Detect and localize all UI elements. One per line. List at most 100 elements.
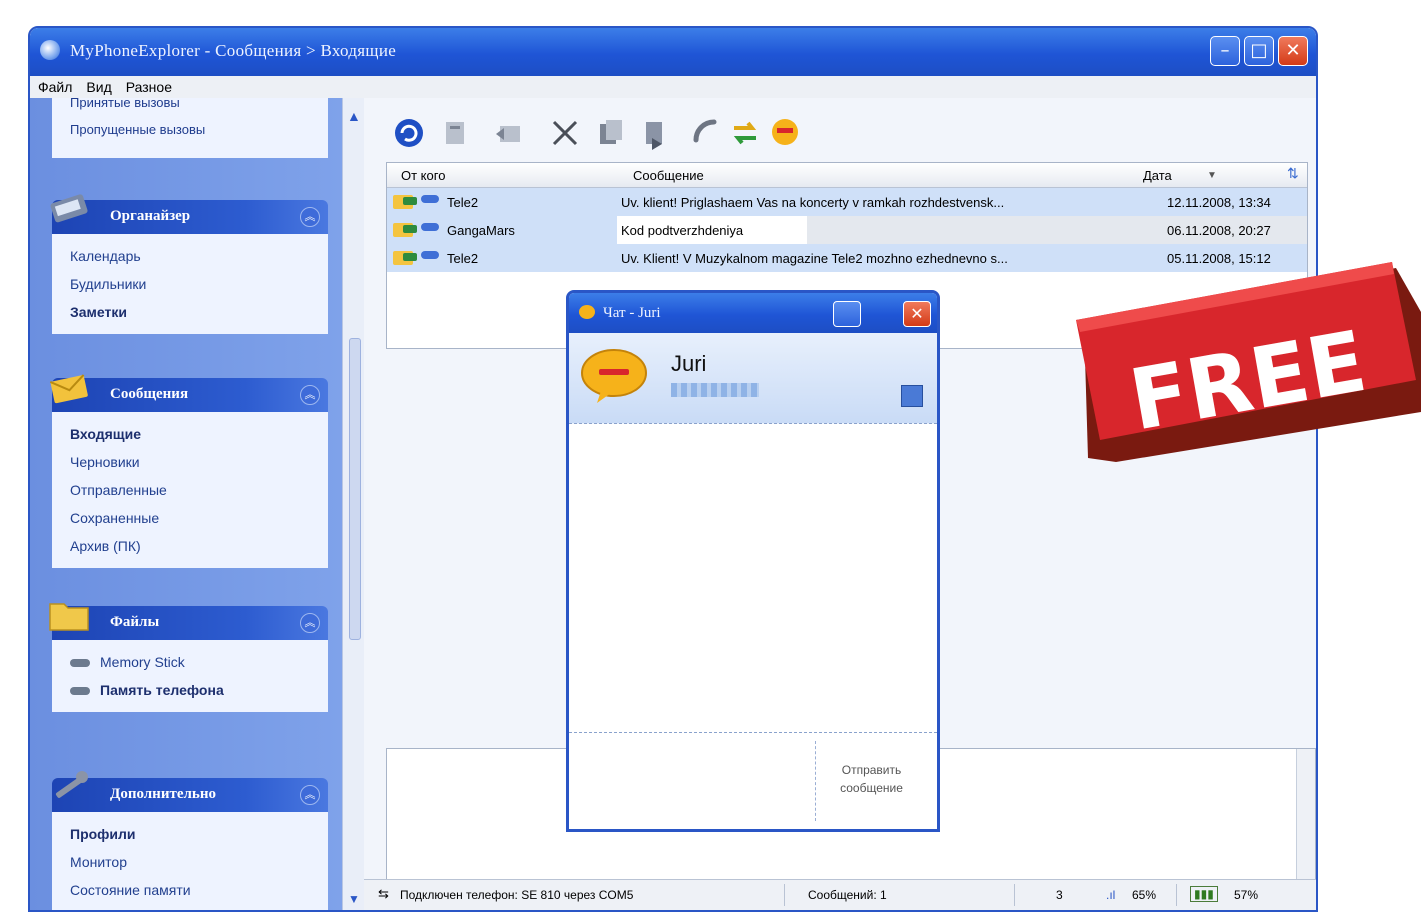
group-files-header[interactable]: Файлы ︽: [49, 603, 328, 640]
drive-icon: [70, 659, 90, 668]
sidebar-item-phone-memory[interactable]: Память телефона: [70, 676, 328, 704]
sidebar-item-saved[interactable]: Сохраненные: [70, 504, 328, 532]
status-divider: [1176, 884, 1177, 906]
sms-icon: [393, 195, 417, 209]
collapse-icon[interactable]: ︽: [300, 613, 320, 633]
chat-window: Чат - Juri ✕ Juri Отправить сообщение: [566, 290, 940, 832]
column-from[interactable]: От кого: [401, 168, 445, 183]
status-divider: [784, 884, 785, 906]
minimize-button[interactable]: –: [1210, 36, 1240, 66]
group-extras-header[interactable]: Дополнительно ︽: [52, 771, 328, 812]
refresh-icon[interactable]: [392, 116, 426, 150]
row-message: Uv. Klient! V Muzykalnom magazine Tele2 …: [621, 251, 1008, 266]
column-date[interactable]: Дата: [1143, 168, 1172, 183]
chat-title-bar[interactable]: Чат - Juri ✕: [569, 293, 937, 333]
folder-icon: [49, 603, 89, 631]
column-message[interactable]: Сообщение: [633, 168, 704, 183]
delete-icon[interactable]: [548, 116, 582, 150]
contact-icon: [421, 195, 439, 203]
scroll-thumb[interactable]: [349, 338, 361, 640]
free-badge: FREE: [1076, 262, 1421, 462]
toolbar: [388, 106, 908, 162]
close-button[interactable]: ✕: [1278, 36, 1308, 66]
status-number: 3: [1056, 888, 1063, 902]
sidebar-item-alarms[interactable]: Будильники: [70, 270, 328, 298]
sidebar: Принятые вызовы Пропущенные вызовы Орган…: [30, 98, 342, 910]
group-organizer: Органайзер ︽ Календарь Будильники Заметк…: [50, 194, 328, 334]
table-row[interactable]: GangaMars Kod podtverzhdeniya 06.11.2008…: [387, 216, 1307, 244]
sidebar-item-calendar[interactable]: Календарь: [70, 242, 328, 270]
group-organizer-header[interactable]: Органайзер ︽: [50, 194, 328, 234]
scroll-down-icon[interactable]: ▼: [348, 892, 360, 906]
collapse-icon[interactable]: ︽: [300, 207, 320, 227]
table-header: От кого Сообщение Дата ▼ ⇅: [387, 163, 1307, 188]
battery-icon: ▮▮▮: [1190, 886, 1218, 902]
sms-icon: [393, 251, 417, 265]
window-title: MyPhoneExplorer - Сообщения > Входящие: [70, 41, 397, 60]
column-chooser-icon[interactable]: ⇅: [1287, 165, 1299, 182]
sidebar-item-received-calls[interactable]: Принятые вызовы: [52, 98, 328, 112]
envelope-icon: [49, 374, 88, 404]
group-title: Органайзер: [110, 208, 191, 224]
menu-view[interactable]: Вид: [78, 76, 117, 95]
row-date: 12.11.2008, 13:34: [1167, 195, 1271, 210]
preview-scrollbar[interactable]: [1296, 749, 1315, 899]
signal-icon: .ıl: [1106, 888, 1116, 902]
move-icon[interactable]: [638, 116, 672, 150]
sidebar-item-drafts[interactable]: Черновики: [70, 448, 328, 476]
reply-icon[interactable]: [492, 116, 526, 150]
status-icon: ⇆: [378, 886, 389, 901]
row-date: 06.11.2008, 20:27: [1167, 223, 1271, 238]
sidebar-item-notes[interactable]: Заметки: [70, 298, 328, 326]
group-extras: Дополнительно ︽ Профили Монитор Состояни…: [52, 771, 328, 910]
send-message-button[interactable]: Отправить сообщение: [815, 741, 927, 821]
sidebar-item-memory-stick[interactable]: Memory Stick: [70, 648, 328, 676]
scroll-up-icon[interactable]: ▲: [347, 108, 361, 124]
copy-icon[interactable]: [594, 116, 628, 150]
title-bar[interactable]: MyPhoneExplorer - Сообщения > Входящие –…: [30, 28, 1316, 76]
collapse-icon[interactable]: ︽: [300, 385, 320, 405]
sidebar-item-sent[interactable]: Отправленные: [70, 476, 328, 504]
new-icon[interactable]: [438, 116, 472, 150]
contact-icon: [421, 251, 439, 259]
chat-input[interactable]: Отправить сообщение: [569, 732, 937, 829]
sidebar-item-profiles[interactable]: Профили: [70, 820, 328, 848]
sidebar-item-archive[interactable]: Архив (ПК): [70, 532, 328, 560]
group-messages-header[interactable]: Сообщения ︽: [49, 374, 328, 412]
sync-icon[interactable]: [728, 116, 762, 150]
table-row[interactable]: Tele2 Uv. klient! Priglashaem Vas na kon…: [387, 188, 1307, 216]
chat-title: Чат - Juri: [603, 305, 661, 321]
menu-misc[interactable]: Разное: [118, 76, 178, 95]
chat-icon: [579, 305, 595, 319]
status-bar: ⇆ Подключен телефон: SE 810 через COM5 С…: [364, 879, 1316, 910]
menu-bar: Файл Вид Разное: [30, 76, 1316, 98]
contact-icon: [421, 223, 439, 231]
maximize-button[interactable]: □: [1244, 36, 1274, 66]
chat-contact-name: Juri: [671, 351, 707, 376]
sidebar-item-inbox[interactable]: Входящие: [70, 420, 328, 448]
sidebar-item-missed-calls[interactable]: Пропущенные вызовы: [52, 112, 328, 137]
status-connection: Подключен телефон: SE 810 через COM5: [400, 888, 634, 902]
row-from: GangaMars: [447, 223, 515, 238]
row-from: Tele2: [447, 251, 479, 266]
chat-minimize-button[interactable]: [833, 301, 861, 327]
group-title: Сообщения: [110, 386, 189, 402]
sidebar-scrollbar[interactable]: ▲ ▼: [342, 98, 365, 910]
group-files: Файлы ︽ Memory Stick Память телефона: [49, 603, 328, 712]
chat-contact-header: Juri: [569, 333, 937, 424]
menu-file[interactable]: Файл: [30, 76, 78, 95]
contact-card-icon[interactable]: [901, 385, 923, 407]
group-messages: Сообщения ︽ Входящие Черновики Отправлен…: [49, 374, 328, 568]
sidebar-item-memory-status[interactable]: Состояние памяти: [70, 876, 328, 904]
group-title: Файлы: [110, 614, 160, 630]
chat-close-button[interactable]: ✕: [903, 301, 931, 327]
status-signal: 65%: [1132, 888, 1157, 902]
collapse-icon[interactable]: ︽: [300, 785, 320, 805]
drive-icon: [70, 687, 90, 696]
call-icon[interactable]: [688, 116, 722, 150]
chat-icon[interactable]: [768, 116, 802, 150]
sort-down-icon[interactable]: ▼: [1207, 170, 1217, 181]
status-battery: 57%: [1234, 888, 1259, 902]
sidebar-item-monitor[interactable]: Монитор: [70, 848, 328, 876]
chat-contact-status: [671, 383, 759, 397]
